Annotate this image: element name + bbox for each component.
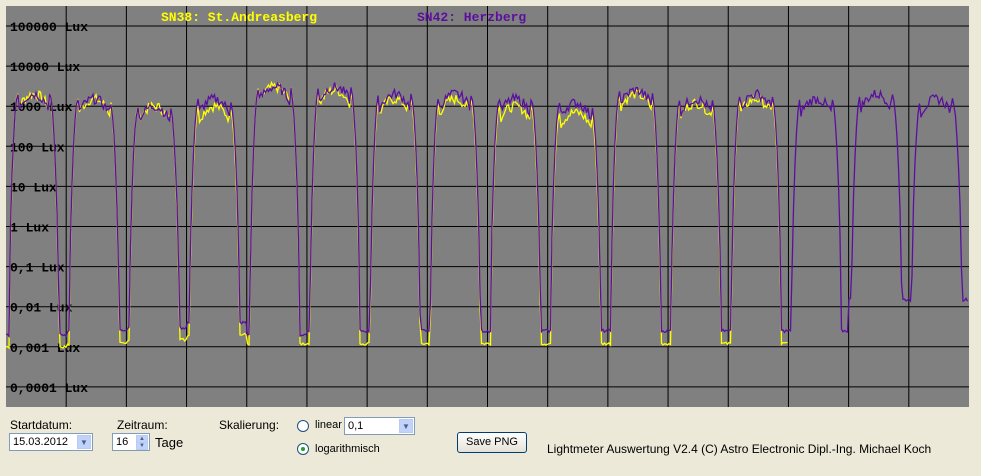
y-tick-label: 10000 Lux [10,60,80,75]
y-tick-label: 100000 Lux [10,20,88,35]
save-png-button[interactable]: Save PNG [457,432,527,453]
y-tick-label: 0,001 Lux [10,341,80,356]
linear-label: linear [315,419,342,431]
startdatum-value: 15.03.2012 [13,436,69,448]
stepper-down-icon[interactable]: ▼ [136,442,148,450]
y-tick-label: 100 Lux [10,140,65,155]
y-tick-label: 0,01 Lux [10,301,73,316]
startdatum-label: Startdatum: [10,418,73,432]
startdatum-select[interactable]: 15.03.2012 ▼ [9,433,93,451]
zeitraum-stepper[interactable]: 16 ▲ ▼ [112,433,150,451]
footer-text: Lightmeter Auswertung V2.4 (C) Astro Ele… [547,442,932,456]
legend-sn38: SN38: St.Andreasberg [161,10,317,25]
linear-radio[interactable] [297,420,309,432]
zeitraum-value: 16 [116,436,129,448]
chevron-down-icon[interactable]: ▼ [77,435,91,449]
radio-selected-dot [301,447,305,451]
y-tick-label: 0,0001 Lux [10,381,88,396]
tage-label: Tage [155,435,184,450]
skalierung-label: Skalierung: [219,418,280,432]
chevron-down-icon[interactable]: ▼ [399,419,413,433]
linear-value: 0,1 [348,420,364,432]
legend-sn42: SN42: Herzberg [417,10,526,25]
lux-chart: 100000 Lux10000 Lux1000 Lux100 Lux10 Lux… [6,6,969,407]
zeitraum-label: Zeitraum: [117,418,168,432]
y-tick-label: 1 Lux [10,221,49,236]
y-tick-label: 10 Lux [10,180,57,195]
y-tick-label: 0,1 Lux [10,261,65,276]
log-radio[interactable] [297,443,309,455]
linear-value-select[interactable]: 0,1 ▼ [344,417,415,435]
log-label: logarithmisch [315,443,380,455]
